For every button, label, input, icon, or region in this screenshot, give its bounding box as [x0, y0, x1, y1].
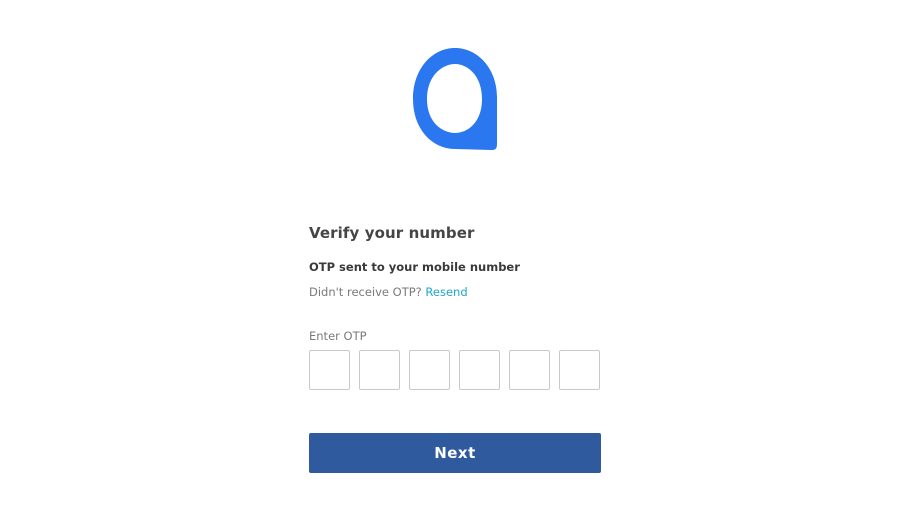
app-logo-icon	[413, 48, 497, 150]
otp-label: Enter OTP	[309, 329, 367, 343]
resend-row: Didn't receive OTP? Resend	[309, 285, 468, 299]
otp-digit-4[interactable]	[459, 350, 500, 390]
otp-digit-2[interactable]	[359, 350, 400, 390]
otp-verification-page: Verify your number OTP sent to your mobi…	[0, 0, 914, 513]
otp-sent-message: OTP sent to your mobile number	[309, 260, 520, 274]
otp-digit-6[interactable]	[559, 350, 600, 390]
otp-input-group	[309, 350, 601, 390]
otp-digit-1[interactable]	[309, 350, 350, 390]
next-button[interactable]: Next	[309, 433, 601, 473]
resend-link[interactable]: Resend	[425, 285, 467, 299]
resend-prompt: Didn't receive OTP?	[309, 285, 422, 299]
otp-digit-3[interactable]	[409, 350, 450, 390]
page-title: Verify your number	[309, 224, 475, 242]
otp-digit-5[interactable]	[509, 350, 550, 390]
